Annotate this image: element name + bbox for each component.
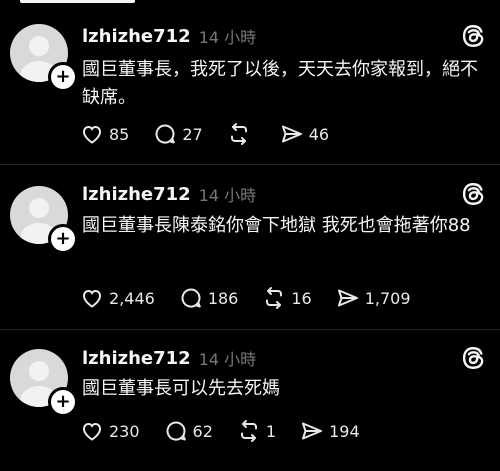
timestamp[interactable]: 14 小時 [199,346,256,370]
username[interactable]: lzhizhe712 [82,348,191,369]
timestamp[interactable]: 14 小時 [199,24,256,48]
comment-bubble-icon [155,124,176,144]
avatar[interactable]: + [10,186,78,254]
threads-logo-icon[interactable] [460,181,486,207]
comment-button[interactable]: 186 [179,286,239,310]
post-actions: 2,446 186 16 1,709 [80,284,435,312]
like-button[interactable]: 2,446 [80,286,155,310]
like-button[interactable]: 85 [80,122,129,146]
share-count: 46 [308,124,330,144]
post[interactable]: + lzhizhe712 14 小時 國巨董事長陳泰銘你會下地獄 我死也會拖著你… [0,168,500,328]
post-actions: 85 27 46 [80,120,353,148]
post-divider [0,329,500,330]
post[interactable]: + lzhizhe712 14 小時 國巨董事長，我死了以後，天天去你家報到，絕… [0,0,500,160]
like-button[interactable]: 230 [80,419,140,443]
follow-plus-icon[interactable]: + [48,62,78,92]
heart-icon [82,422,102,441]
like-count: 2,446 [109,288,155,308]
post-text: 國巨董事長陳泰銘你會下地獄 我死也會拖著你88 [82,215,471,236]
avatar[interactable]: + [10,24,78,92]
heart-icon [82,125,102,144]
share-count: 194 [329,421,360,441]
username[interactable]: lzhizhe712 [82,184,191,205]
post-text: 國巨董事長可以先去死媽 [82,378,280,399]
post-header: lzhizhe712 14 小時 [82,346,256,370]
threads-logo-icon[interactable] [460,23,486,49]
timestamp[interactable]: 14 小時 [199,182,256,206]
share-button[interactable]: 46 [280,122,329,146]
repost-icon [266,287,283,309]
post-header: lzhizhe712 14 小時 [82,182,256,206]
post-actions: 230 62 1 194 [80,417,384,445]
comment-button[interactable]: 62 [164,419,213,443]
heart-icon [82,289,102,308]
follow-plus-icon[interactable]: + [48,387,78,417]
post-divider [0,164,500,165]
send-icon [337,289,358,307]
comment-count: 27 [182,124,203,144]
repost-button[interactable]: 16 [262,286,312,310]
repost-button[interactable]: 1 [237,419,276,443]
avatar[interactable]: + [10,349,78,417]
like-count: 85 [109,124,130,144]
username[interactable]: lzhizhe712 [82,26,191,47]
share-count: 1,709 [364,288,411,308]
like-count: 230 [109,421,140,441]
repost-count: 16 [291,288,312,308]
post-header: lzhizhe712 14 小時 [82,24,256,48]
post[interactable]: + lzhizhe712 14 小時 國巨董事長可以先去死媽 230 62 1 … [0,331,500,471]
follow-plus-icon[interactable]: + [48,224,78,254]
send-icon [302,422,323,440]
threads-logo-icon[interactable] [460,345,486,371]
repost-icon [240,420,257,442]
repost-count: 1 [265,421,277,441]
repost-button[interactable] [227,122,256,146]
send-icon [281,125,302,143]
comment-bubble-icon [181,288,201,308]
comment-count: 186 [207,288,239,308]
comment-button[interactable]: 27 [153,122,203,146]
comment-bubble-icon [166,421,186,441]
post-text: 國巨董事長，我死了以後，天天去你家報到，絕不缺席。 [82,59,478,108]
comment-count: 62 [192,421,213,441]
share-button[interactable]: 1,709 [336,286,411,310]
repost-icon [230,123,247,145]
share-button[interactable]: 194 [300,419,360,443]
